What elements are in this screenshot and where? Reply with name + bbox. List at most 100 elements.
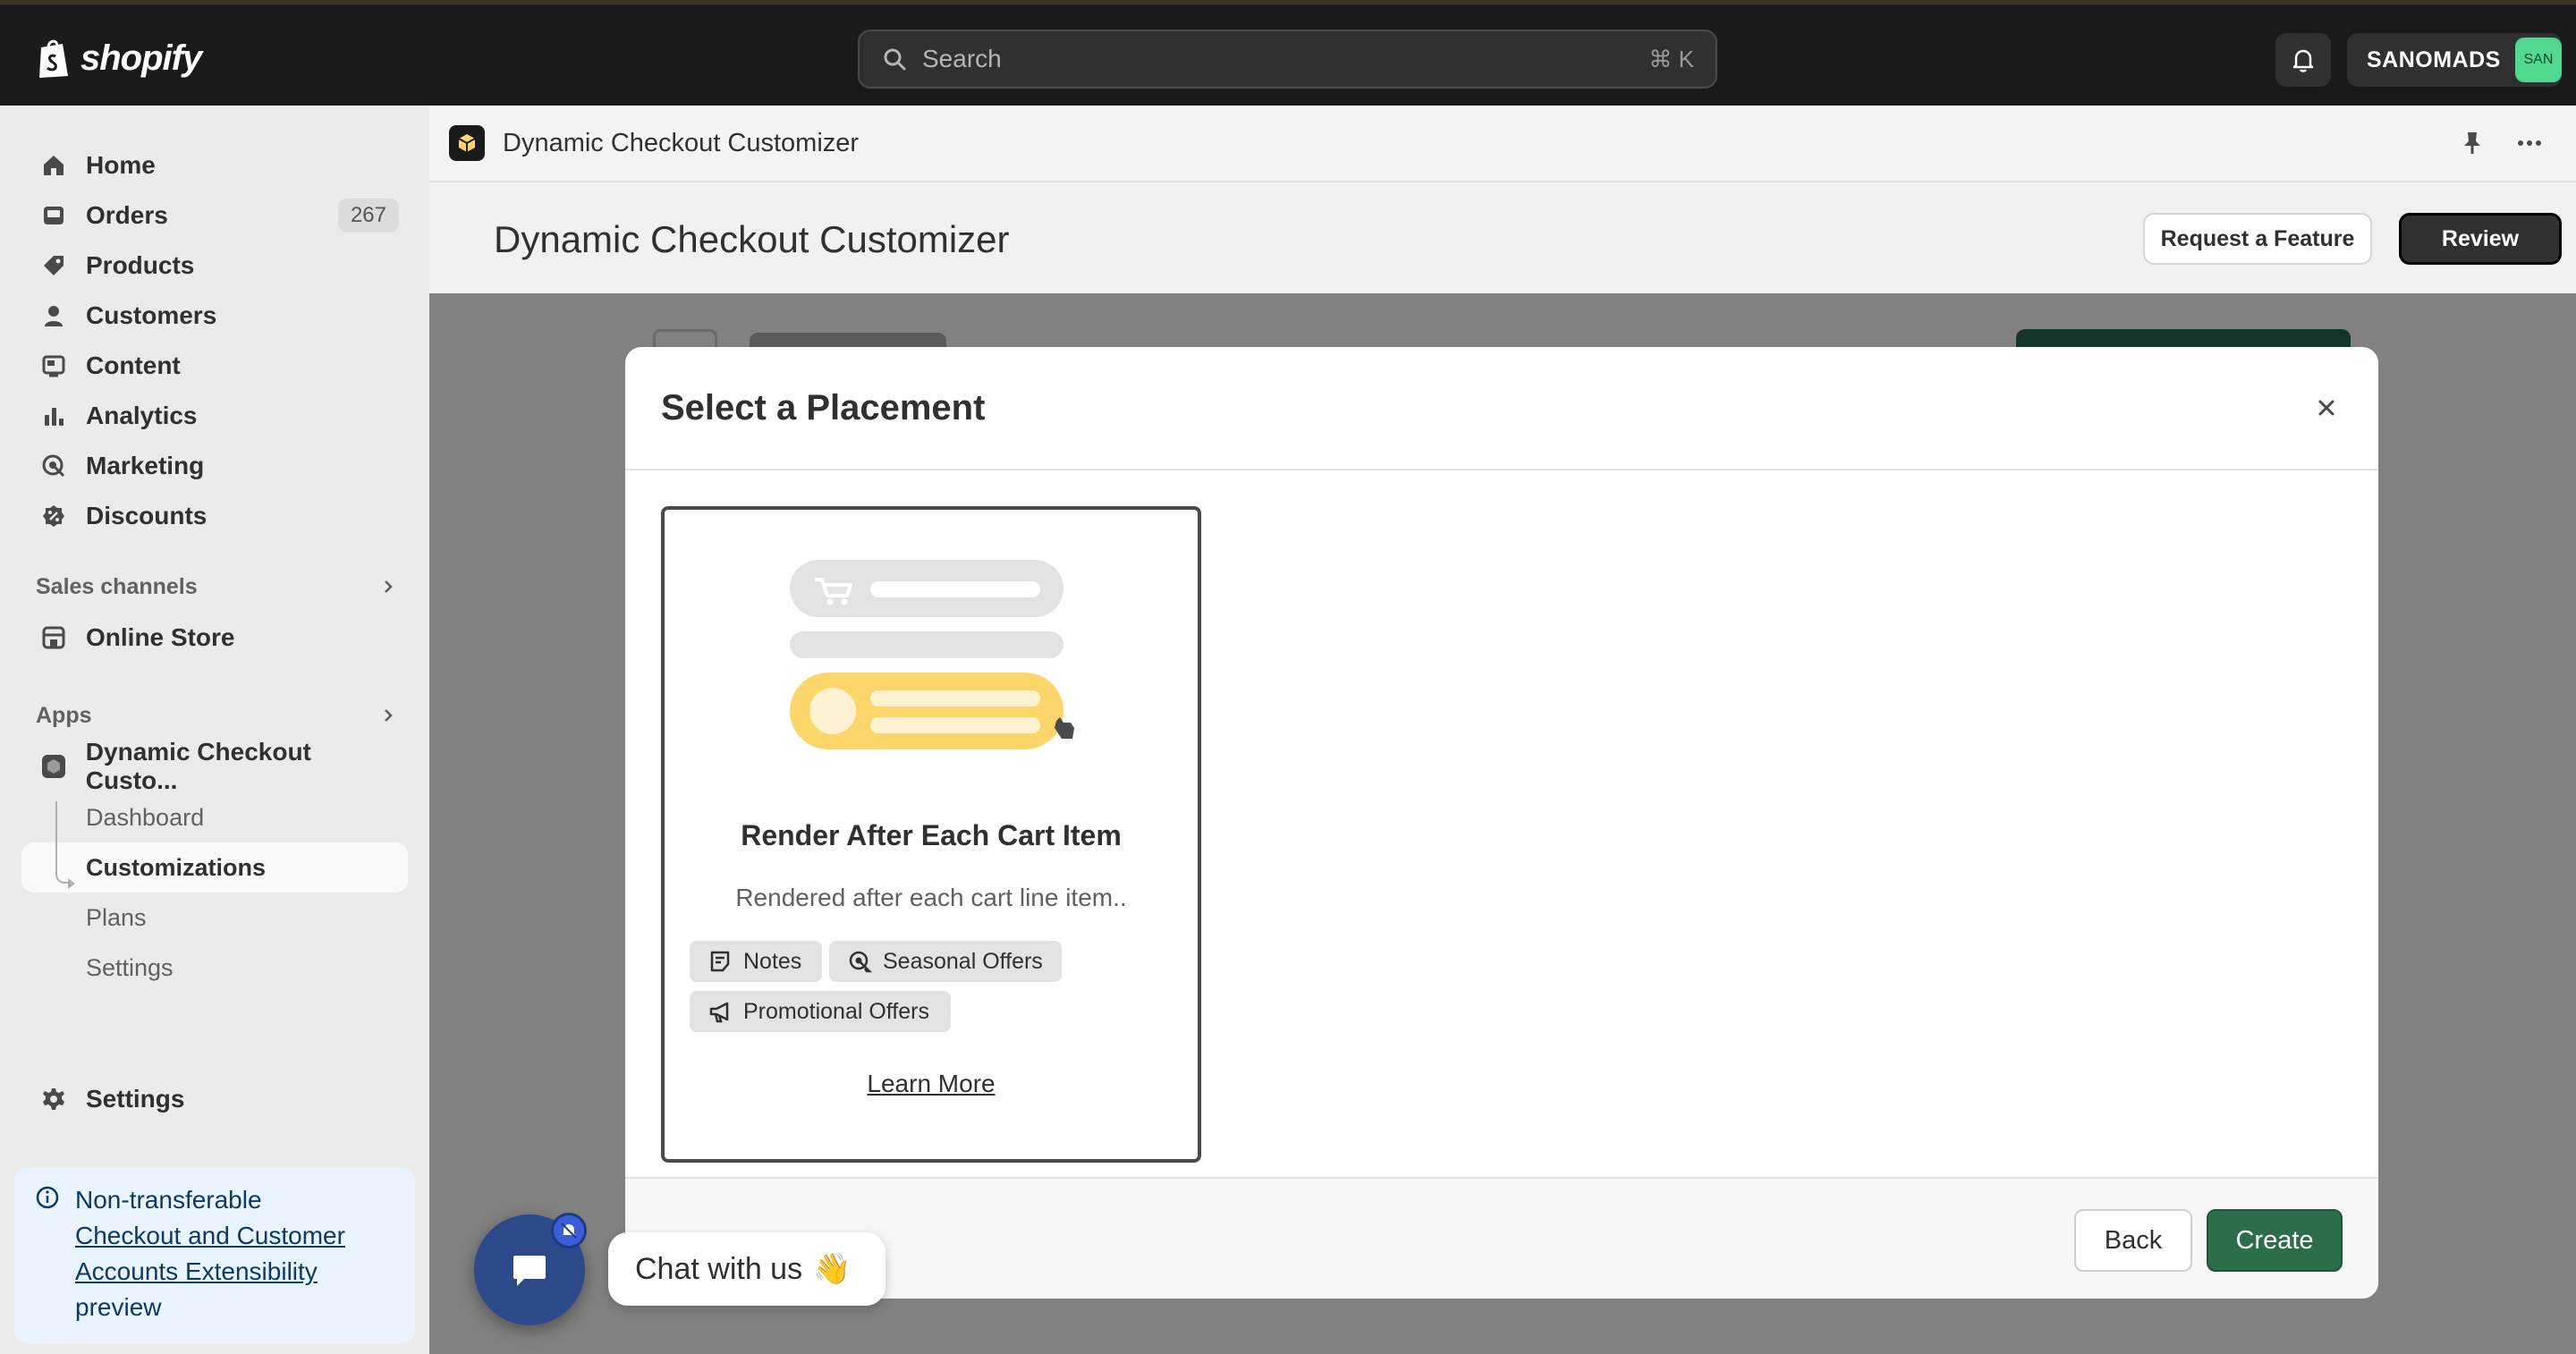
app-header-title: Dynamic Checkout Customizer [503,128,860,157]
sidebar-item-orders[interactable]: Orders 267 [21,191,408,240]
bell-icon [2292,49,2314,72]
sidebar-subitem-label: Dashboard [86,803,205,831]
tag-promotional-offers: Promotional Offers [690,991,951,1032]
sidebar-item-label: Orders [86,201,168,229]
extensibility-notice: Non-transferable Checkout and Customer A… [14,1168,415,1343]
notice-text-end: preview [75,1293,162,1321]
sidebar-item-label: Discounts [86,502,208,529]
sidebar-item-label: Customers [86,301,217,329]
store-avatar: SAN [2514,38,2562,82]
sidebar-item-label: Home [86,151,156,179]
sidebar-item-label: Online Store [86,623,235,651]
tag-label: Notes [743,948,802,974]
sidebar-subitem-plans[interactable]: Plans [21,893,408,943]
orders-count-badge: 267 [337,199,399,233]
request-feature-button[interactable]: Request a Feature [2143,213,2372,265]
app-box-icon [39,752,68,781]
sidebar-item-label: Marketing [86,452,205,479]
create-button[interactable]: Create [2207,1209,2343,1272]
wave-emoji: 👋 [813,1252,852,1286]
back-button[interactable]: Back [2074,1209,2192,1272]
close-button[interactable] [2310,392,2343,424]
content-icon [39,351,68,380]
chevron-right-icon [385,580,393,593]
note-icon [710,951,730,972]
apps-header[interactable]: Apps [36,698,397,733]
sidebar-item-label: Analytics [86,402,198,429]
card-description: Rendered after each cart line item.. [735,884,1127,911]
target-icon [849,951,872,973]
sidebar-item-analytics[interactable]: Analytics [21,392,408,440]
home-icon [39,151,68,180]
search-shortcut: ⌘ K [1648,45,1694,72]
tag-label: Promotional Offers [743,998,929,1024]
review-button[interactable]: Review [2399,213,2562,265]
sidebar-item-marketing[interactable]: Marketing [21,442,408,490]
sidebar-item-customers[interactable]: Customers [21,292,408,340]
notifications-button[interactable] [2275,33,2331,87]
sidebar-subitem-customizations[interactable]: Customizations [21,842,408,893]
tag-notes: Notes [690,941,822,982]
notice-link[interactable]: Checkout and Customer Accounts Extensibi… [75,1218,397,1290]
sidebar-subitem-settings[interactable]: Settings [21,943,408,993]
sidebar-item-discounts[interactable]: Discounts [21,492,408,540]
page-header: Dynamic Checkout Customizer Request a Fe… [429,182,2576,293]
sidebar: Home Orders 267 Products Customers Conte… [0,106,429,1354]
chevron-right-icon [385,709,393,722]
store-menu-button[interactable]: SANOMADS SAN [2347,33,2562,87]
shopify-bag-icon [39,39,68,78]
sidebar-item-products[interactable]: Products [21,241,408,290]
sidebar-item-online-store[interactable]: Online Store [21,614,408,662]
sidebar-item-label: Settings [86,1085,185,1113]
pin-icon[interactable] [2458,129,2487,157]
tag-seasonal-offers: Seasonal Offers [829,941,1062,982]
app-header: Dynamic Checkout Customizer [429,106,2576,182]
top-bar: shopify Search ⌘ K SANOMADS SAN [0,0,2576,106]
megaphone-icon [709,1002,729,1023]
sidebar-subitem-label: Settings [86,953,174,981]
sidebar-item-settings[interactable]: Settings [21,1075,408,1123]
placement-card[interactable]: Render After Each Cart Item Rendered aft… [661,506,1201,1163]
cart-item-illustration [790,560,1074,749]
sales-channels-label: Sales channels [36,573,198,599]
bar-chart-icon [39,402,68,430]
sidebar-subitem-dashboard[interactable]: Dashboard [21,792,408,842]
chat-notification-badge [551,1213,587,1248]
search-icon [884,48,906,71]
tree-arrow-icon [68,878,75,889]
learn-more-link[interactable]: Learn More [665,1070,1198,1098]
sidebar-item-label: Content [86,351,181,379]
more-actions-icon[interactable] [2515,129,2544,157]
chat-prompt[interactable]: Chat with us 👋 [608,1232,886,1306]
orders-icon [39,201,68,230]
app-logo-icon [449,125,485,161]
modal-header: Select a Placement [625,347,2378,470]
sales-channels-header[interactable]: Sales channels [36,569,397,605]
search-input[interactable]: Search [922,45,1648,73]
card-title: Render After Each Cart Item [741,819,1122,851]
target-icon [39,452,68,480]
tag-label: Seasonal Offers [883,948,1043,974]
shopify-logo[interactable]: shopify [36,33,202,83]
background-button [2016,329,2351,349]
select-placement-modal: Select a Placement Render After Each Car… [625,347,2378,1299]
sidebar-item-content[interactable]: Content [21,342,408,390]
chat-icon [513,1256,546,1286]
discount-icon [39,502,68,530]
tree-connector [55,801,72,884]
sidebar-subitem-label: Plans [86,903,147,931]
store-name: SANOMADS [2367,47,2501,72]
info-icon [36,1186,59,1209]
background-element [653,329,717,347]
tag-icon [39,251,68,280]
bell-off-icon [561,1223,577,1239]
person-icon [39,301,68,330]
sidebar-item-app[interactable]: Dynamic Checkout Custo... [21,738,408,794]
store-icon [39,623,68,652]
chat-label: Chat with us [635,1251,803,1286]
search-bar[interactable]: Search ⌘ K [858,30,1717,89]
close-icon [2318,400,2334,416]
sidebar-subitem-label: Customizations [86,853,267,881]
sidebar-item-home[interactable]: Home [21,141,408,190]
apps-label: Apps [36,702,92,728]
